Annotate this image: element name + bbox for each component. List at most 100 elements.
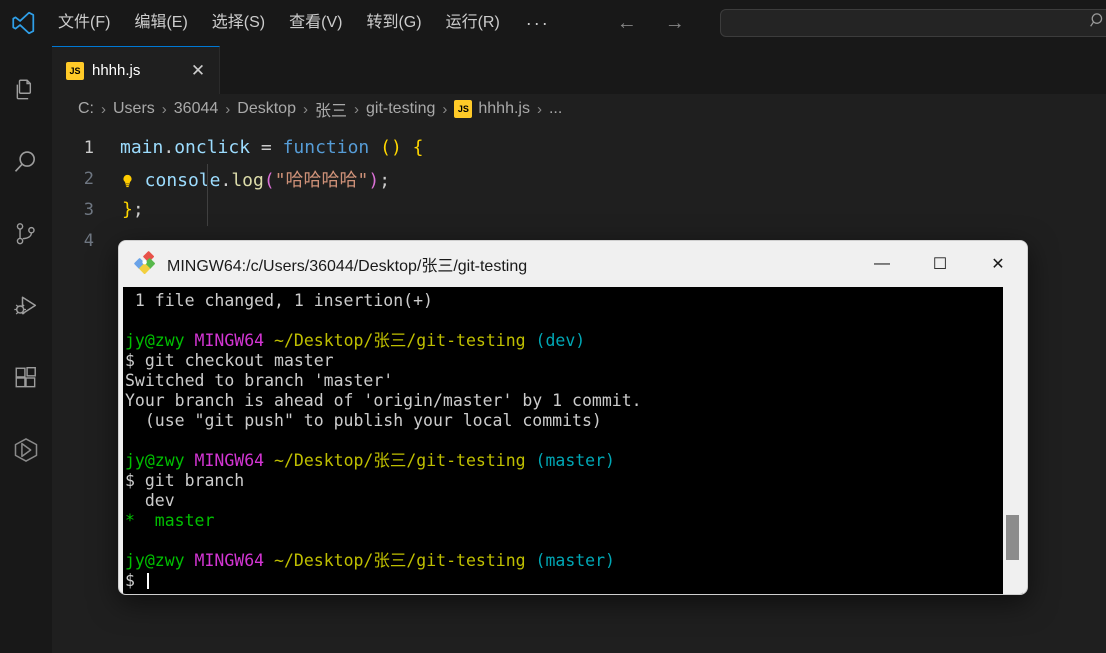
- terminal-line-prompt: jy@zwy MINGW64 ~/Desktop/张三/git-testing …: [125, 551, 615, 570]
- code-line-2: 2 console.log("哈哈哈哈");: [52, 163, 1106, 194]
- prompt-shell: MINGW64: [194, 331, 265, 350]
- forward-arrow-icon[interactable]: →: [664, 12, 686, 35]
- token: ): [368, 169, 380, 191]
- menu-view[interactable]: 查看(V): [277, 9, 354, 37]
- extensions-icon: [13, 365, 39, 391]
- token: log: [231, 169, 264, 191]
- line-number: 3: [83, 199, 94, 220]
- token: onclick: [174, 137, 251, 158]
- terminal-body[interactable]: 1 file changed, 1 insertion(+) jy@zwy MI…: [123, 287, 1023, 594]
- terminal-line: dev: [125, 491, 175, 510]
- back-arrow-icon[interactable]: ←: [616, 12, 638, 35]
- vscode-window: 文件(F) 编辑(E) 选择(S) 查看(V) 转到(G) 运行(R) ··· …: [0, 0, 1106, 653]
- lightbulb-icon[interactable]: [120, 171, 145, 190]
- breadcrumb-item-file[interactable]: JS hhhh.js: [454, 100, 530, 118]
- terminal-line: $ git branch: [125, 471, 245, 490]
- code-editor[interactable]: 1 main.onclick = function () { 2 console…: [52, 124, 1106, 256]
- code-line-3: 3 };: [52, 194, 1106, 225]
- token: }: [122, 199, 133, 220]
- sidebar-item-search[interactable]: [0, 126, 52, 198]
- token: {: [412, 137, 424, 158]
- git-bash-icon: [133, 251, 159, 277]
- minimize-button[interactable]: —: [853, 241, 911, 287]
- indent-guide: [207, 164, 208, 226]
- token: (: [263, 169, 275, 191]
- terminal-line: 1 file changed, 1 insertion(+): [125, 291, 433, 310]
- close-button[interactable]: ✕: [969, 241, 1027, 287]
- token: =: [250, 137, 283, 158]
- command-center-input[interactable]: [720, 9, 1106, 37]
- menu-run[interactable]: 运行(R): [434, 9, 512, 37]
- current-branch-marker: *: [125, 511, 135, 530]
- breadcrumb-item-symbols[interactable]: ...: [549, 100, 562, 118]
- sidebar-item-remote[interactable]: [0, 414, 52, 486]
- sidebar-item-explorer[interactable]: [0, 54, 52, 126]
- line-number: 2: [83, 168, 94, 189]
- breadcrumb-separator: ›: [101, 100, 106, 118]
- menu-selection[interactable]: 选择(S): [200, 9, 277, 37]
- sidebar-item-run-debug[interactable]: [0, 270, 52, 342]
- breadcrumb-item-zhangsan[interactable]: 张三: [315, 97, 347, 121]
- titlebar: 文件(F) 编辑(E) 选择(S) 查看(V) 转到(G) 运行(R) ··· …: [0, 0, 1106, 46]
- terminal-title: MINGW64:/c/Users/36044/Desktop/张三/git-te…: [167, 258, 528, 275]
- mingw64-window[interactable]: MINGW64:/c/Users/36044/Desktop/张三/git-te…: [118, 240, 1028, 595]
- terminal-scrollbar-thumb[interactable]: [1006, 515, 1019, 560]
- terminal-line-current-branch: * master: [125, 511, 214, 530]
- terminal-input-line[interactable]: $: [125, 571, 149, 590]
- prompt-branch: (master): [535, 451, 615, 470]
- token: main: [120, 137, 164, 158]
- terminal-titlebar[interactable]: MINGW64:/c/Users/36044/Desktop/张三/git-te…: [119, 241, 1027, 287]
- run-and-debug-icon: [12, 292, 40, 320]
- breadcrumb: C: › Users › 36044 › Desktop › 张三 › git-…: [52, 94, 1106, 124]
- close-icon[interactable]: ✕: [187, 61, 209, 81]
- terminal-prompt-symbol: $: [125, 571, 145, 590]
- menu-go[interactable]: 转到(G): [354, 9, 433, 37]
- prompt-user: jy@zwy: [125, 551, 185, 570]
- terminal-cursor: [146, 573, 149, 589]
- breadcrumb-item-git-testing[interactable]: git-testing: [366, 100, 435, 118]
- navigation-arrows: ← →: [616, 12, 686, 35]
- terminal-scrollbar[interactable]: [1003, 287, 1023, 594]
- menu-edit[interactable]: 编辑(E): [122, 9, 199, 37]
- terminal-line: $ git checkout master: [125, 351, 334, 370]
- search-icon: [1090, 12, 1106, 34]
- vscode-logo-icon[interactable]: [0, 0, 46, 46]
- breadcrumb-item-desktop[interactable]: Desktop: [237, 100, 296, 118]
- menubar: 文件(F) 编辑(E) 选择(S) 查看(V) 转到(G) 运行(R) ···: [46, 0, 564, 46]
- current-branch-name: master: [134, 511, 215, 530]
- token: "哈哈哈哈": [274, 169, 369, 191]
- terminal-line: (use "git push" to publish your local co…: [125, 411, 602, 430]
- js-file-icon: JS: [66, 61, 84, 80]
- token: .: [163, 137, 175, 158]
- breadcrumb-separator: ›: [442, 100, 448, 118]
- breadcrumb-item-users[interactable]: Users: [113, 100, 155, 118]
- maximize-button[interactable]: ☐: [911, 241, 969, 287]
- prompt-branch: (dev): [535, 331, 586, 350]
- sidebar-item-extensions[interactable]: [0, 342, 52, 414]
- terminal-line-prompt: jy@zwy MINGW64 ~/Desktop/张三/git-testing …: [125, 331, 585, 350]
- breadcrumb-item-drive[interactable]: C:: [78, 100, 94, 118]
- cube-icon: [12, 436, 40, 464]
- prompt-path: ~/Desktop/张三/git-testing: [274, 451, 526, 470]
- breadcrumb-separator: ›: [302, 100, 308, 118]
- tab-hhhh-js[interactable]: JS hhhh.js ✕: [52, 46, 220, 94]
- prompt-path: ~/Desktop/张三/git-testing: [274, 551, 526, 570]
- token: .: [220, 169, 232, 191]
- menu-more-button[interactable]: ···: [512, 13, 564, 34]
- terminal-line-prompt: jy@zwy MINGW64 ~/Desktop/张三/git-testing …: [125, 451, 615, 470]
- prompt-user: jy@zwy: [125, 451, 185, 470]
- files-icon: [13, 77, 39, 103]
- search-icon: [12, 148, 40, 176]
- prompt-user: jy@zwy: [125, 331, 185, 350]
- prompt-shell: MINGW64: [194, 551, 265, 570]
- breadcrumb-item-36044[interactable]: 36044: [174, 100, 219, 118]
- token: ;: [132, 199, 144, 220]
- menu-file[interactable]: 文件(F): [46, 9, 122, 37]
- js-file-icon: JS: [454, 100, 473, 118]
- sidebar-item-source-control[interactable]: [0, 198, 52, 270]
- token: ): [390, 137, 413, 158]
- breadcrumb-separator: ›: [161, 100, 167, 118]
- activity-bar: [0, 46, 52, 653]
